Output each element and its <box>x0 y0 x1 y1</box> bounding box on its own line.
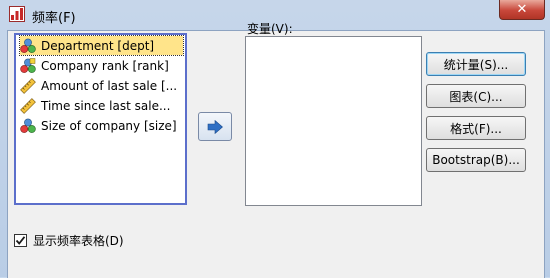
list-item-label: Time since last sale... <box>41 98 171 113</box>
display-frequency-table-label: 显示频率表格(D) <box>33 234 124 248</box>
bootstrap-button[interactable]: Bootstrap(B)... <box>426 148 526 172</box>
app-icon <box>9 6 25 22</box>
arrow-right-icon <box>207 119 223 134</box>
list-item-rank[interactable]: Company rank [rank] <box>20 56 183 75</box>
scale-variable-icon <box>20 97 36 114</box>
list-item-label: Size of company [size] <box>41 118 177 133</box>
list-item-dept[interactable]: Department [dept] <box>19 35 184 56</box>
list-item-amount[interactable]: Amount of last sale [... <box>20 76 183 95</box>
checkmark-icon <box>15 236 26 245</box>
charts-button[interactable]: 图表(C)... <box>426 84 526 108</box>
list-item-size[interactable]: Size of company [size] <box>20 116 183 135</box>
display-frequency-table-option[interactable]: 显示频率表格(D) <box>14 232 124 249</box>
ordinal-variable-icon <box>20 57 36 73</box>
frequencies-dialog: 频率(F) ✕ Department [dept] Company rank [… <box>0 0 550 278</box>
display-frequency-table-checkbox[interactable] <box>14 234 27 247</box>
source-variable-list[interactable]: Department [dept] Company rank [rank] Am… <box>14 33 187 205</box>
move-to-variables-button[interactable] <box>198 112 232 141</box>
list-item-label: Amount of last sale [... <box>41 78 178 93</box>
nominal-variable-icon <box>20 38 36 53</box>
variables-list[interactable] <box>245 36 422 206</box>
list-item-time[interactable]: Time since last sale... <box>20 96 183 115</box>
nominal-variable-icon <box>20 118 36 133</box>
window-title: 频率(F) <box>32 11 76 26</box>
format-button[interactable]: 格式(F)... <box>426 116 526 140</box>
close-button[interactable]: ✕ <box>499 0 545 20</box>
list-item-label: Company rank [rank] <box>41 58 169 73</box>
scale-variable-icon <box>20 77 36 94</box>
close-icon: ✕ <box>516 2 528 17</box>
statistics-button[interactable]: 统计量(S)... <box>426 52 526 76</box>
list-item-label: Department [dept] <box>41 38 155 53</box>
variables-label: 变量(V): <box>247 22 293 36</box>
